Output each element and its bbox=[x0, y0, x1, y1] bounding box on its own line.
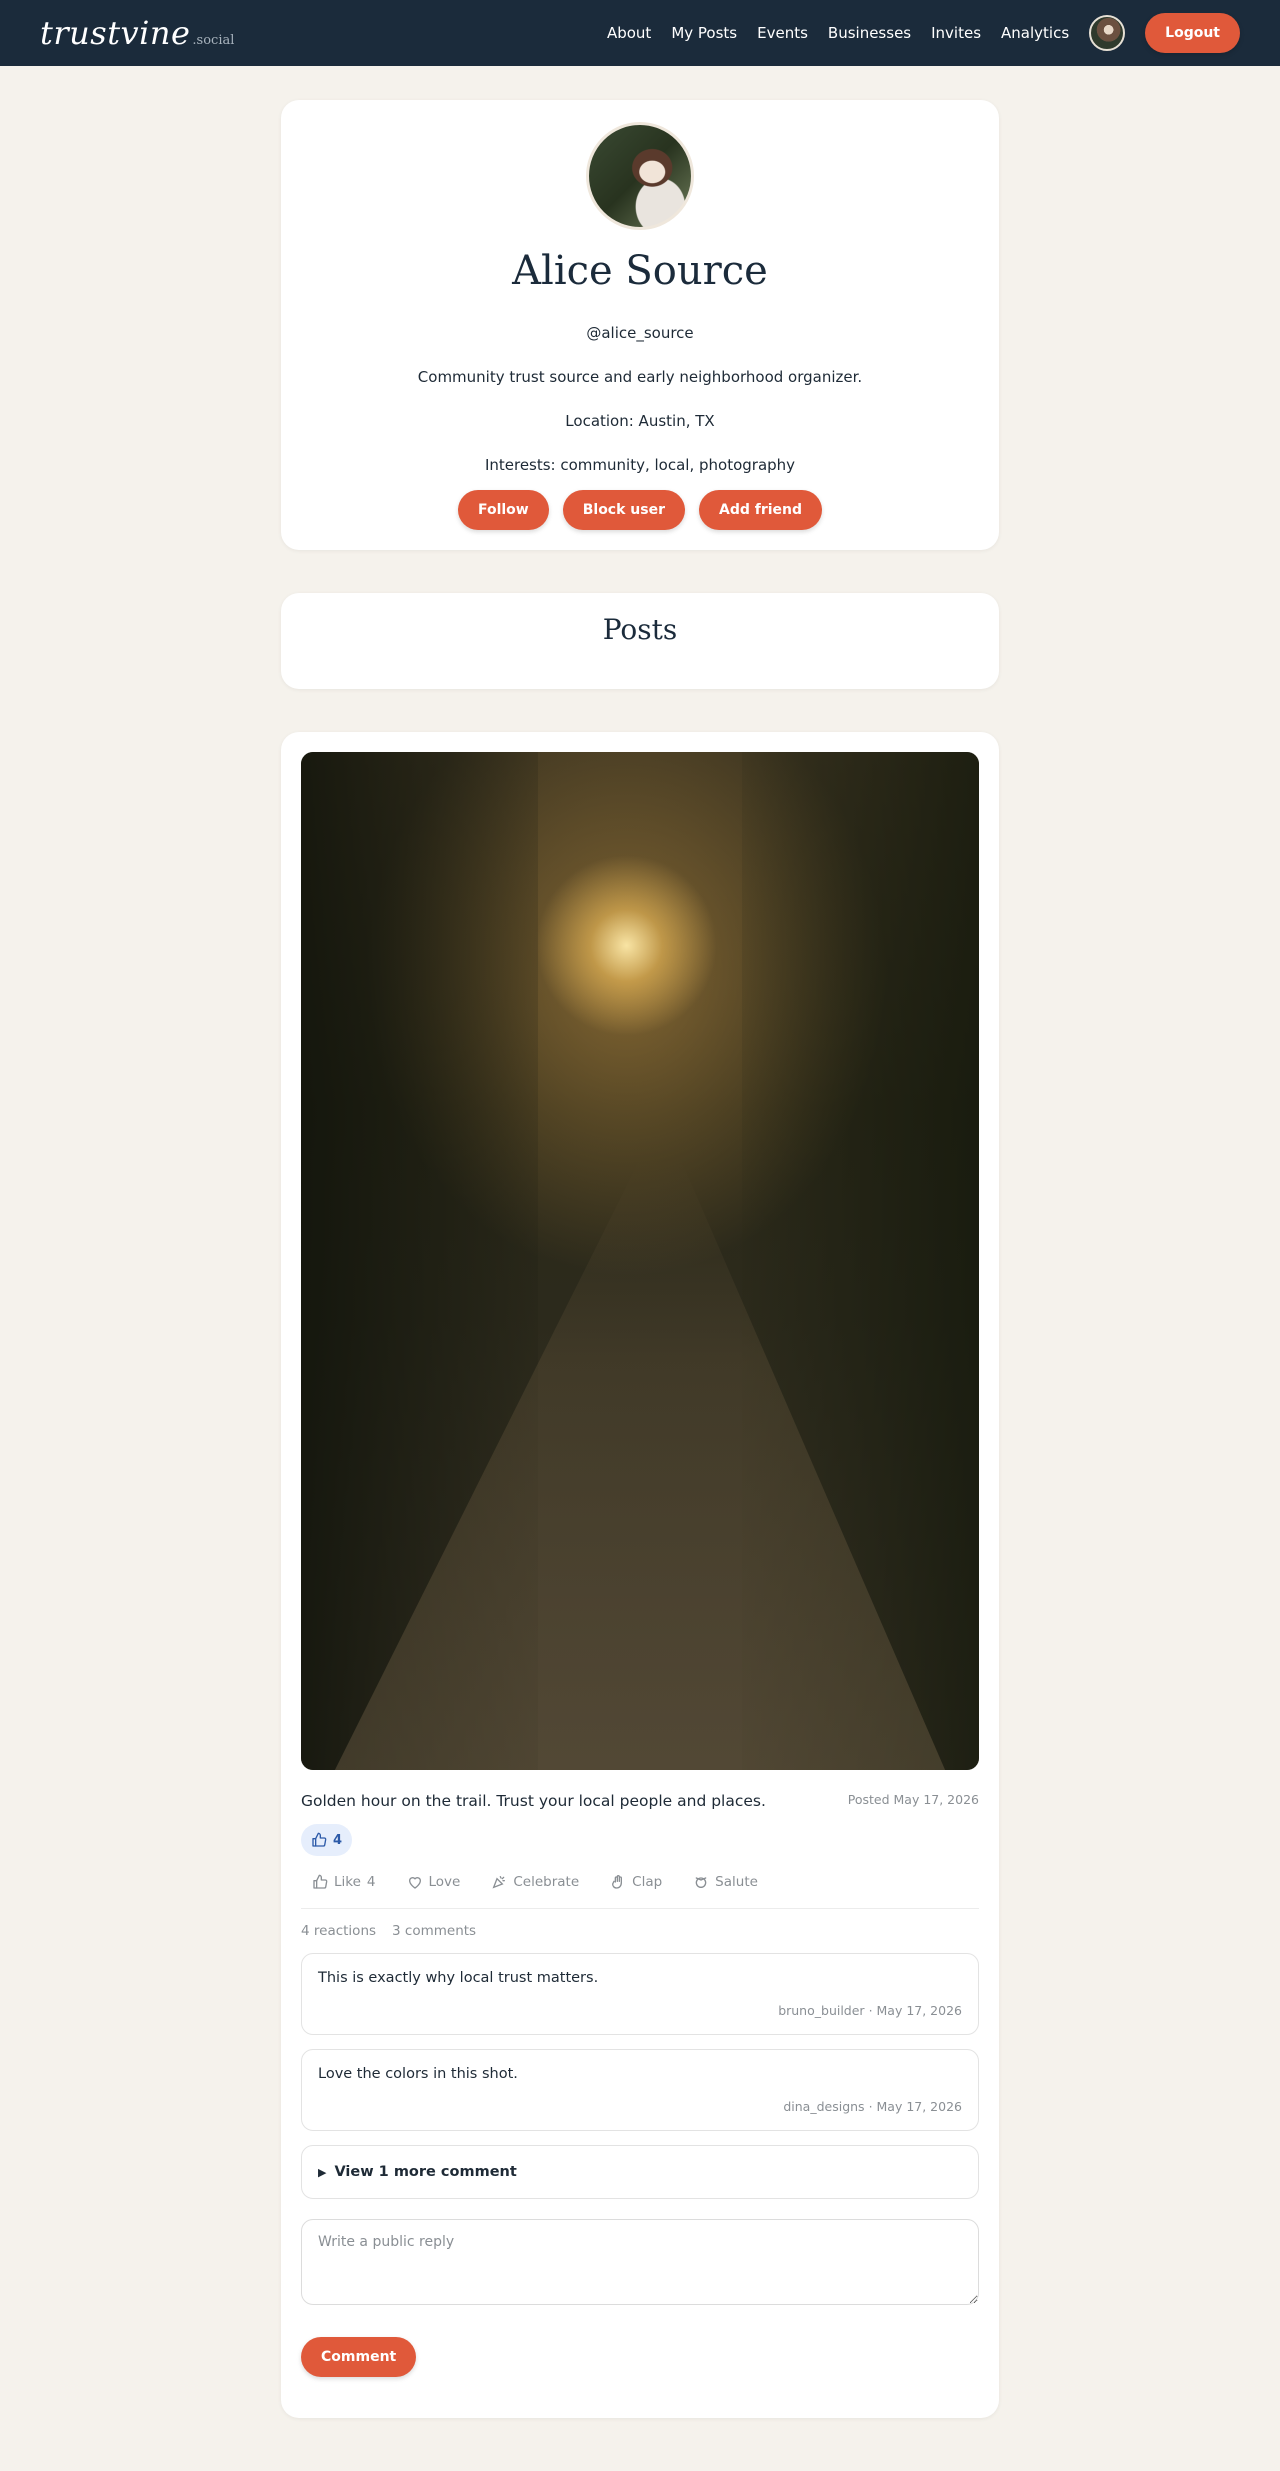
profile-interests: Interests: community, local, photography bbox=[484, 456, 796, 474]
nav-link-analytics[interactable]: Analytics bbox=[1001, 24, 1069, 42]
post-caption-row: Golden hour on the trail. Trust your loc… bbox=[301, 1792, 979, 1810]
view-more-comments[interactable]: ▶ View 1 more comment bbox=[301, 2145, 979, 2199]
nav-link-businesses[interactable]: Businesses bbox=[828, 24, 911, 42]
comment-total[interactable]: 3 comments bbox=[392, 1923, 476, 1939]
expand-triangle-icon: ▶ bbox=[318, 2165, 327, 2179]
nav-link-about[interactable]: About bbox=[607, 24, 651, 42]
post-stats: 4 reactions 3 comments bbox=[301, 1923, 979, 1939]
clap-label: Clap bbox=[632, 1874, 663, 1890]
post-caption: Golden hour on the trail. Trust your loc… bbox=[301, 1792, 766, 1810]
reply-input[interactable] bbox=[301, 2219, 979, 2305]
user-avatar[interactable] bbox=[1089, 15, 1126, 51]
love-button[interactable]: Love bbox=[407, 1874, 461, 1890]
posts-title: Posts bbox=[602, 613, 678, 646]
thumbs-up-icon bbox=[312, 1832, 327, 1847]
comment-author[interactable]: dina_designs bbox=[783, 2099, 864, 2114]
nav-link-events[interactable]: Events bbox=[757, 24, 808, 42]
comment-date: · May 17, 2026 bbox=[868, 2003, 962, 2018]
post-date: Posted May 17, 2026 bbox=[847, 1792, 979, 1807]
salute-label: Salute bbox=[715, 1874, 758, 1890]
profile-actions: Follow Block user Add friend bbox=[281, 490, 999, 530]
logout-button[interactable]: Logout bbox=[1145, 13, 1240, 53]
profile-handle: @alice_source bbox=[586, 324, 694, 342]
profile-name: Alice Source bbox=[512, 248, 768, 294]
profile-location: Location: Austin, TX bbox=[565, 412, 715, 430]
comment-text: Love the colors in this shot. bbox=[318, 2066, 518, 2082]
like-count: 4 bbox=[366, 1874, 376, 1890]
comment-text: This is exactly why local trust matters. bbox=[318, 1970, 599, 1986]
clap-icon bbox=[612, 1875, 623, 1889]
posts-header-card: Posts bbox=[281, 593, 999, 689]
top-nav: trustvine .social About My Posts Events … bbox=[0, 0, 1280, 66]
reaction-summary-chip[interactable]: 4 bbox=[301, 1824, 353, 1856]
like-button[interactable]: Like 4 bbox=[312, 1874, 376, 1890]
celebrate-label: Celebrate bbox=[513, 1874, 580, 1890]
comment-button[interactable]: Comment bbox=[301, 2337, 417, 2377]
brand-logo[interactable]: trustvine .social bbox=[40, 14, 234, 52]
clap-button[interactable]: Clap bbox=[610, 1874, 662, 1890]
party-icon bbox=[492, 1876, 506, 1889]
thumbs-up-icon bbox=[313, 1874, 328, 1889]
profile-card: Alice Source @alice_source Community tru… bbox=[281, 100, 999, 550]
comment-meta: bruno_builder · May 17, 2026 bbox=[778, 2003, 962, 2018]
reaction-buttons: Like 4 Love Celebrate Clap Salute bbox=[301, 1874, 979, 1909]
post-card: Golden hour on the trail. Trust your loc… bbox=[281, 732, 999, 2418]
comment-item: Love the colors in this shot. dina_desig… bbox=[301, 2049, 979, 2131]
celebrate-button[interactable]: Celebrate bbox=[491, 1874, 579, 1890]
post-photo[interactable] bbox=[301, 752, 979, 1770]
comment-date: · May 17, 2026 bbox=[868, 2099, 962, 2114]
add-friend-button[interactable]: Add friend bbox=[699, 490, 823, 530]
block-user-button[interactable]: Block user bbox=[562, 490, 685, 530]
love-label: Love bbox=[428, 1874, 461, 1890]
salute-icon bbox=[695, 1877, 707, 1888]
profile-avatar bbox=[586, 122, 694, 230]
nav-links: About My Posts Events Businesses Invites… bbox=[587, 13, 1240, 53]
profile-bio: Community trust source and early neighbo… bbox=[417, 368, 863, 386]
brand-suffix: .social bbox=[192, 33, 235, 48]
comment-item: This is exactly why local trust matters.… bbox=[301, 1953, 979, 2035]
view-more-label: View 1 more comment bbox=[334, 2164, 517, 2180]
brand-name: trustvine bbox=[40, 14, 191, 52]
nav-link-invites[interactable]: Invites bbox=[931, 24, 981, 42]
heart-icon bbox=[408, 1877, 421, 1889]
follow-button[interactable]: Follow bbox=[457, 490, 549, 530]
nav-link-my-posts[interactable]: My Posts bbox=[671, 24, 737, 42]
reaction-summary-count: 4 bbox=[333, 1832, 343, 1848]
comment-author[interactable]: bruno_builder bbox=[778, 2003, 864, 2018]
salute-button[interactable]: Salute bbox=[693, 1874, 758, 1890]
like-label: Like bbox=[334, 1874, 361, 1890]
comment-meta: dina_designs · May 17, 2026 bbox=[783, 2099, 962, 2114]
reaction-total[interactable]: 4 reactions bbox=[301, 1923, 376, 1939]
